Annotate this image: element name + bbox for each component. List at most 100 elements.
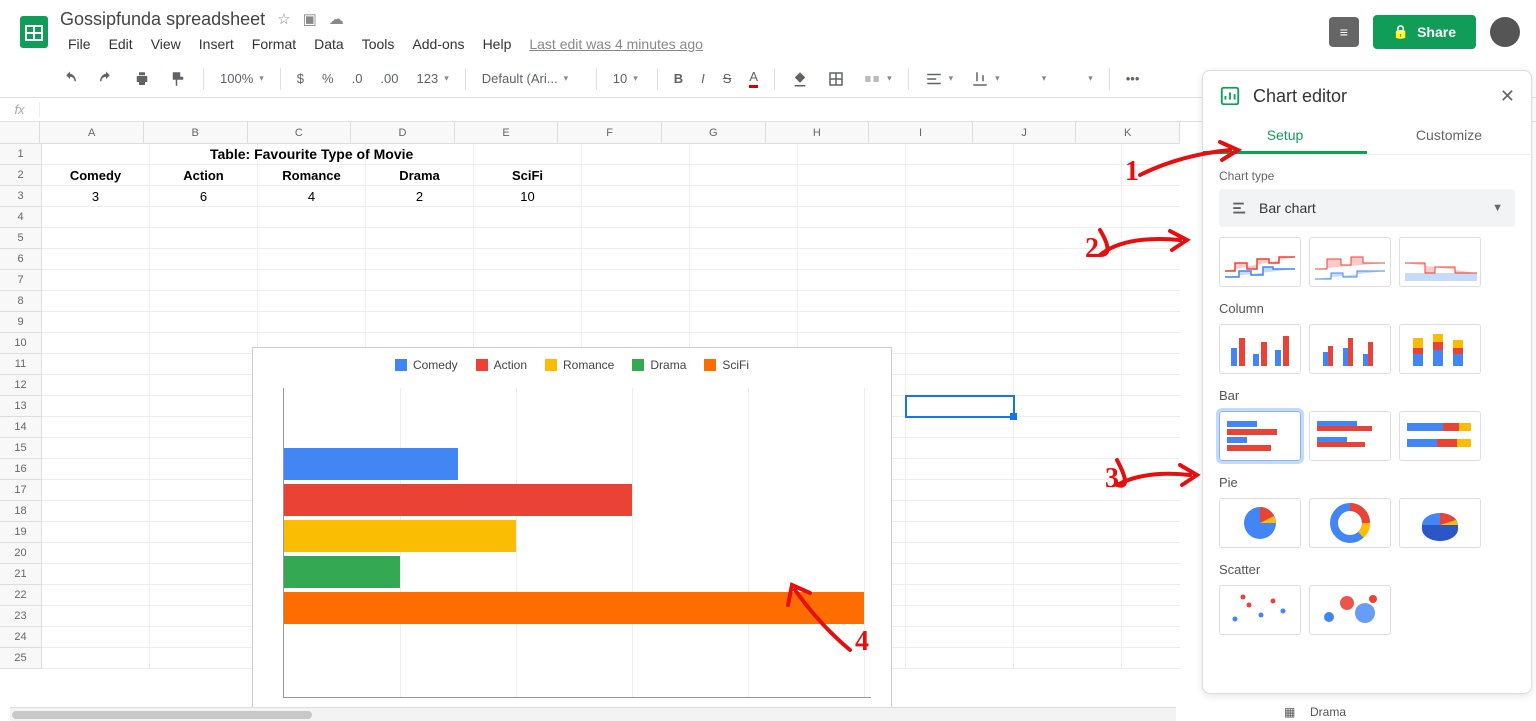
more-button[interactable]: ••• (1120, 67, 1146, 90)
cell[interactable] (1014, 417, 1122, 438)
cell[interactable] (42, 606, 150, 627)
chart-thumb-steparea1[interactable] (1219, 237, 1301, 287)
cell[interactable] (690, 312, 798, 333)
cell[interactable] (906, 396, 1014, 417)
chart-thumb-column3[interactable] (1399, 324, 1481, 374)
cell[interactable] (1122, 312, 1180, 333)
cell[interactable] (42, 480, 150, 501)
cell[interactable] (906, 186, 1014, 207)
cell[interactable] (1014, 543, 1122, 564)
cell[interactable] (366, 270, 474, 291)
cell[interactable] (906, 291, 1014, 312)
cell[interactable] (150, 438, 258, 459)
cell[interactable] (582, 312, 690, 333)
cell[interactable] (1014, 396, 1122, 417)
document-title[interactable]: Gossipfunda spreadsheet (60, 9, 265, 30)
cell[interactable] (1122, 207, 1180, 228)
cell[interactable] (1014, 165, 1122, 186)
cell[interactable] (906, 480, 1014, 501)
row-header-13[interactable]: 13 (0, 396, 42, 417)
decrease-decimal-button[interactable]: .0 (346, 67, 369, 90)
cell[interactable] (906, 354, 1014, 375)
cell[interactable] (906, 459, 1014, 480)
cell[interactable] (1122, 522, 1180, 543)
cell[interactable] (582, 291, 690, 312)
embedded-chart[interactable]: ComedyActionRomanceDramaSciFi 0246810 (252, 347, 892, 720)
cell[interactable] (1014, 438, 1122, 459)
cell[interactable] (906, 627, 1014, 648)
cell[interactable] (42, 648, 150, 669)
cell[interactable] (42, 459, 150, 480)
cell[interactable] (42, 144, 150, 165)
chart-thumb-steparea2[interactable] (1309, 237, 1391, 287)
cell[interactable] (1014, 564, 1122, 585)
cell[interactable]: Drama (366, 165, 474, 186)
cell[interactable] (474, 207, 582, 228)
row-header-6[interactable]: 6 (0, 249, 42, 270)
cell[interactable] (798, 270, 906, 291)
cell[interactable] (258, 312, 366, 333)
chart-thumb-bar1[interactable] (1219, 411, 1301, 461)
cell[interactable] (798, 228, 906, 249)
cell[interactable] (1122, 438, 1180, 459)
cell[interactable] (1014, 249, 1122, 270)
menu-data[interactable]: Data (306, 32, 352, 56)
cell[interactable] (906, 501, 1014, 522)
cell[interactable] (42, 438, 150, 459)
row-header-8[interactable]: 8 (0, 291, 42, 312)
cell[interactable] (798, 249, 906, 270)
cell[interactable] (1122, 249, 1180, 270)
cell[interactable] (258, 249, 366, 270)
cell[interactable] (150, 648, 258, 669)
zoom-select[interactable]: 100% (214, 67, 270, 90)
menu-add-ons[interactable]: Add-ons (404, 32, 472, 56)
cell[interactable] (42, 270, 150, 291)
cell[interactable] (1014, 459, 1122, 480)
col-header-B[interactable]: B (144, 122, 248, 144)
cell[interactable] (258, 144, 366, 165)
sheet-tab-strip[interactable]: ▦ Drama (1284, 703, 1346, 721)
cell[interactable] (150, 564, 258, 585)
cell[interactable] (42, 375, 150, 396)
strike-button[interactable]: S (717, 67, 738, 90)
cell[interactable] (582, 186, 690, 207)
row-header-14[interactable]: 14 (0, 417, 42, 438)
cell[interactable] (798, 186, 906, 207)
chart-thumb-pie2[interactable] (1309, 498, 1391, 548)
cell[interactable] (42, 522, 150, 543)
cell[interactable] (582, 144, 690, 165)
chart-thumb-scatter2[interactable] (1309, 585, 1391, 635)
cell[interactable]: Comedy (42, 165, 150, 186)
col-header-G[interactable]: G (662, 122, 766, 144)
cell[interactable]: 4 (258, 186, 366, 207)
cell[interactable] (150, 396, 258, 417)
cell[interactable] (582, 249, 690, 270)
cell[interactable] (690, 291, 798, 312)
cell[interactable] (582, 270, 690, 291)
redo-button[interactable] (91, 66, 121, 92)
col-header-E[interactable]: E (455, 122, 559, 144)
currency-button[interactable]: $ (291, 67, 310, 90)
cell[interactable] (258, 228, 366, 249)
print-button[interactable] (127, 66, 157, 92)
last-edit-link[interactable]: Last edit was 4 minutes ago (529, 36, 703, 52)
cell[interactable] (1122, 375, 1180, 396)
cell[interactable] (798, 144, 906, 165)
cell[interactable] (1122, 333, 1180, 354)
cell[interactable] (582, 207, 690, 228)
cell[interactable] (150, 627, 258, 648)
cell[interactable] (474, 312, 582, 333)
cell[interactable] (42, 333, 150, 354)
cell[interactable] (1014, 144, 1122, 165)
cell[interactable] (582, 228, 690, 249)
close-icon[interactable]: ✕ (1500, 86, 1515, 107)
cell[interactable] (1122, 585, 1180, 606)
cell[interactable] (150, 606, 258, 627)
cell[interactable] (1122, 543, 1180, 564)
cell[interactable] (1014, 270, 1122, 291)
spreadsheet-grid[interactable]: ABCDEFGHIJK 1234567891011121314151617181… (0, 122, 1180, 720)
col-header-I[interactable]: I (869, 122, 973, 144)
italic-button[interactable]: I (695, 67, 711, 90)
menu-insert[interactable]: Insert (191, 32, 242, 56)
row-header-4[interactable]: 4 (0, 207, 42, 228)
